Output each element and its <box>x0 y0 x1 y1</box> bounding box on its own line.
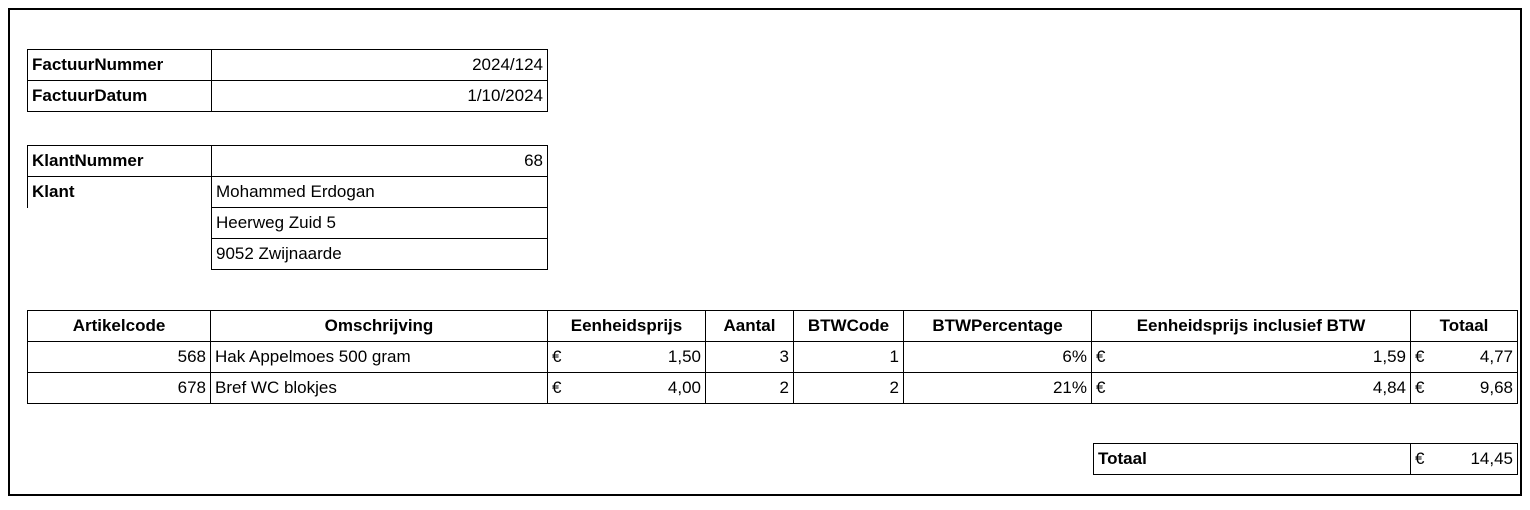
cell-omschrijving[interactable]: Hak Appelmoes 500 gram <box>210 341 548 373</box>
grand-total-value-cell[interactable]: €14,45 <box>1410 443 1518 475</box>
invoice-number-value[interactable]: 2024/124 <box>211 49 548 81</box>
currency-symbol: € <box>552 347 562 366</box>
lines-header-row: Artikelcode Omschrijving Eenheidsprijs A… <box>27 310 1518 342</box>
invoice-date-value[interactable]: 1/10/2024 <box>211 80 548 112</box>
customer-number-value[interactable]: 68 <box>211 145 548 177</box>
line-total: 4,77 <box>1479 347 1513 366</box>
currency-symbol: € <box>1415 378 1425 397</box>
cell-eenheidsprijs[interactable]: €4,00 <box>547 372 706 404</box>
cell-artikelcode[interactable]: 678 <box>27 372 211 404</box>
cell-btwpercentage[interactable]: 6% <box>903 341 1092 373</box>
customer-name-value[interactable]: Mohammed Erdogan <box>211 176 548 208</box>
invoice-number-label: FactuurNummer <box>27 49 212 81</box>
cell-aantal[interactable]: 3 <box>705 341 794 373</box>
customer-number-label: KlantNummer <box>27 145 212 177</box>
line-total: 9,68 <box>1479 378 1513 397</box>
cell-totaal[interactable]: €4,77 <box>1410 341 1518 373</box>
header-eenheidsprijs: Eenheidsprijs <box>547 310 706 342</box>
unit-price: 4,00 <box>667 378 701 397</box>
invoice-date-label: FactuurDatum <box>27 80 212 112</box>
header-artikelcode: Artikelcode <box>27 310 211 342</box>
customer-info-table: KlantNummer 68 Klant Mohammed Erdogan He… <box>27 145 548 270</box>
currency-symbol: € <box>552 378 562 397</box>
grand-total-value: 14,45 <box>1470 449 1513 468</box>
unit-price-incl: 4,84 <box>1372 378 1406 397</box>
header-btwpercentage: BTWPercentage <box>903 310 1092 342</box>
customer-name-row: Klant Mohammed Erdogan <box>27 176 548 208</box>
empty-cell <box>27 207 212 239</box>
currency-symbol: € <box>1415 347 1425 366</box>
customer-number-row: KlantNummer 68 <box>27 145 548 177</box>
header-totaal: Totaal <box>1410 310 1518 342</box>
cell-artikelcode[interactable]: 568 <box>27 341 211 373</box>
invoice-date-row: FactuurDatum 1/10/2024 <box>27 80 548 112</box>
header-eenheidsprijs-incl-btw: Eenheidsprijs inclusief BTW <box>1091 310 1411 342</box>
customer-city-row: 9052 Zwijnaarde <box>27 238 548 270</box>
cell-eenheidsprijs-incl-btw[interactable]: €4,84 <box>1091 372 1411 404</box>
currency-symbol: € <box>1096 347 1106 366</box>
unit-price-incl: 1,59 <box>1372 347 1406 366</box>
invoice-sheet: FactuurNummer 2024/124 FactuurDatum 1/10… <box>8 8 1522 496</box>
currency-symbol: € <box>1415 449 1425 468</box>
currency-symbol: € <box>1096 378 1106 397</box>
cell-eenheidsprijs[interactable]: €1,50 <box>547 341 706 373</box>
invoice-number-row: FactuurNummer 2024/124 <box>27 49 548 81</box>
table-row: 678 Bref WC blokjes €4,00 2 2 21% €4,84 … <box>27 372 1518 404</box>
customer-city-value[interactable]: 9052 Zwijnaarde <box>211 238 548 270</box>
header-btwcode: BTWCode <box>793 310 904 342</box>
header-omschrijving: Omschrijving <box>210 310 548 342</box>
invoice-lines-table: Artikelcode Omschrijving Eenheidsprijs A… <box>27 310 1518 404</box>
header-aantal: Aantal <box>705 310 794 342</box>
unit-price: 1,50 <box>667 347 701 366</box>
table-row: 568 Hak Appelmoes 500 gram €1,50 3 1 6% … <box>27 341 1518 373</box>
cell-btwpercentage[interactable]: 21% <box>903 372 1092 404</box>
cell-totaal[interactable]: €9,68 <box>1410 372 1518 404</box>
grand-total-table: Totaal €14,45 <box>1093 443 1518 475</box>
empty-cell <box>27 238 212 270</box>
cell-omschrijving[interactable]: Bref WC blokjes <box>210 372 548 404</box>
cell-btwcode[interactable]: 1 <box>793 341 904 373</box>
grand-total-label: Totaal <box>1093 443 1411 475</box>
customer-name-label: Klant <box>27 176 212 208</box>
cell-aantal[interactable]: 2 <box>705 372 794 404</box>
cell-eenheidsprijs-incl-btw[interactable]: €1,59 <box>1091 341 1411 373</box>
invoice-info-table: FactuurNummer 2024/124 FactuurDatum 1/10… <box>27 49 548 112</box>
customer-street-row: Heerweg Zuid 5 <box>27 207 548 239</box>
grand-total-row: Totaal €14,45 <box>1093 443 1518 475</box>
customer-street-value[interactable]: Heerweg Zuid 5 <box>211 207 548 239</box>
cell-btwcode[interactable]: 2 <box>793 372 904 404</box>
